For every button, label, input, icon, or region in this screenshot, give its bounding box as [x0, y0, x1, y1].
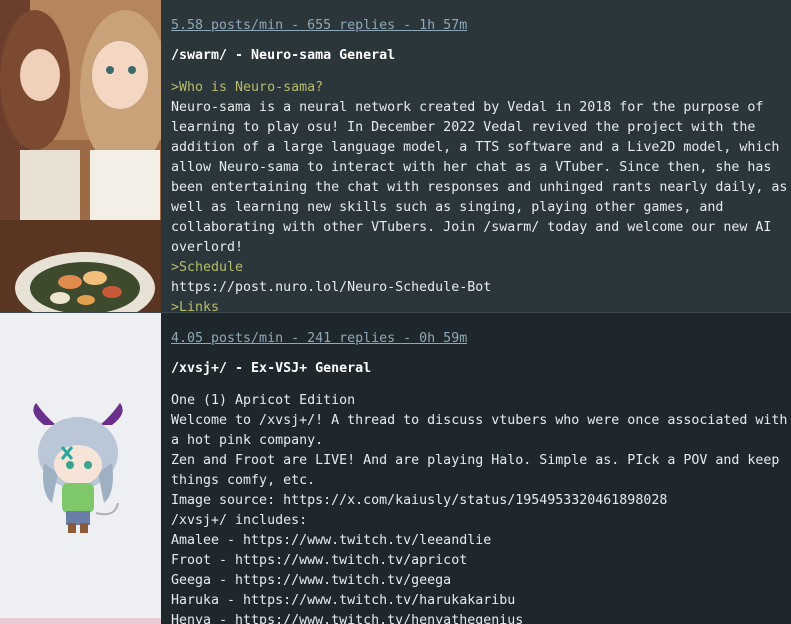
thread-stats-link[interactable]: 4.05 posts/min - 241 replies - 0h 59m	[171, 331, 791, 347]
greentext-line: >Schedule	[171, 260, 244, 275]
thread-thumbnail[interactable]	[0, 313, 161, 624]
member-link-line[interactable]: Haruka - https://www.twitch.tv/harukakar…	[171, 591, 791, 611]
image-source-line[interactable]: Image source: https://x.com/kaiusly/stat…	[171, 491, 791, 511]
thread-thumbnail[interactable]	[0, 0, 161, 313]
greentext-line: >Who is Neuro-sama?	[171, 80, 324, 95]
thread-card[interactable]: 4.05 posts/min - 241 replies - 0h 59m /x…	[0, 313, 791, 624]
text-line: Neuro-sama is a neural network created b…	[171, 100, 788, 255]
thread-body: 4.05 posts/min - 241 replies - 0h 59m /x…	[161, 313, 791, 624]
anime-girls-dining-thumbnail	[0, 0, 161, 313]
member-link-line[interactable]: Froot - https://www.twitch.tv/apricot	[171, 551, 791, 571]
thread-text: >Who is Neuro-sama? Neuro-sama is a neur…	[171, 78, 791, 313]
text-line: Zen and Froot are LIVE! And are playing …	[171, 453, 780, 488]
member-link-line[interactable]: Amalee - https://www.twitch.tv/leeandlie	[171, 531, 791, 551]
thread-card[interactable]: 5.58 posts/min - 655 replies - 1h 57m /s…	[0, 0, 791, 313]
member-link-line[interactable]: Henya - https://www.twitch.tv/henyathege…	[171, 611, 791, 624]
thread-title[interactable]: /xvsj+/ - Ex-VSJ+ General	[171, 361, 791, 377]
greentext-line: >Links	[171, 300, 220, 313]
thread-text: One (1) Apricot Edition Welcome to /xvsj…	[171, 391, 791, 624]
member-link-line[interactable]: Geega - https://www.twitch.tv/geega	[171, 571, 791, 591]
schedule-link[interactable]: https://post.nuro.lol/Neuro-Schedule-Bot	[171, 278, 791, 298]
text-line: Welcome to /xvsj+/! A thread to discuss …	[171, 413, 788, 448]
thread-body: 5.58 posts/min - 655 replies - 1h 57m /s…	[161, 0, 791, 313]
chibi-horned-girl-thumbnail	[0, 313, 161, 624]
text-line: /xvsj+/ includes:	[171, 513, 308, 528]
thread-title[interactable]: /swarm/ - Neuro-sama General	[171, 48, 791, 64]
text-line: One (1) Apricot Edition	[171, 393, 356, 408]
thread-stats-link[interactable]: 5.58 posts/min - 655 replies - 1h 57m	[171, 18, 791, 34]
